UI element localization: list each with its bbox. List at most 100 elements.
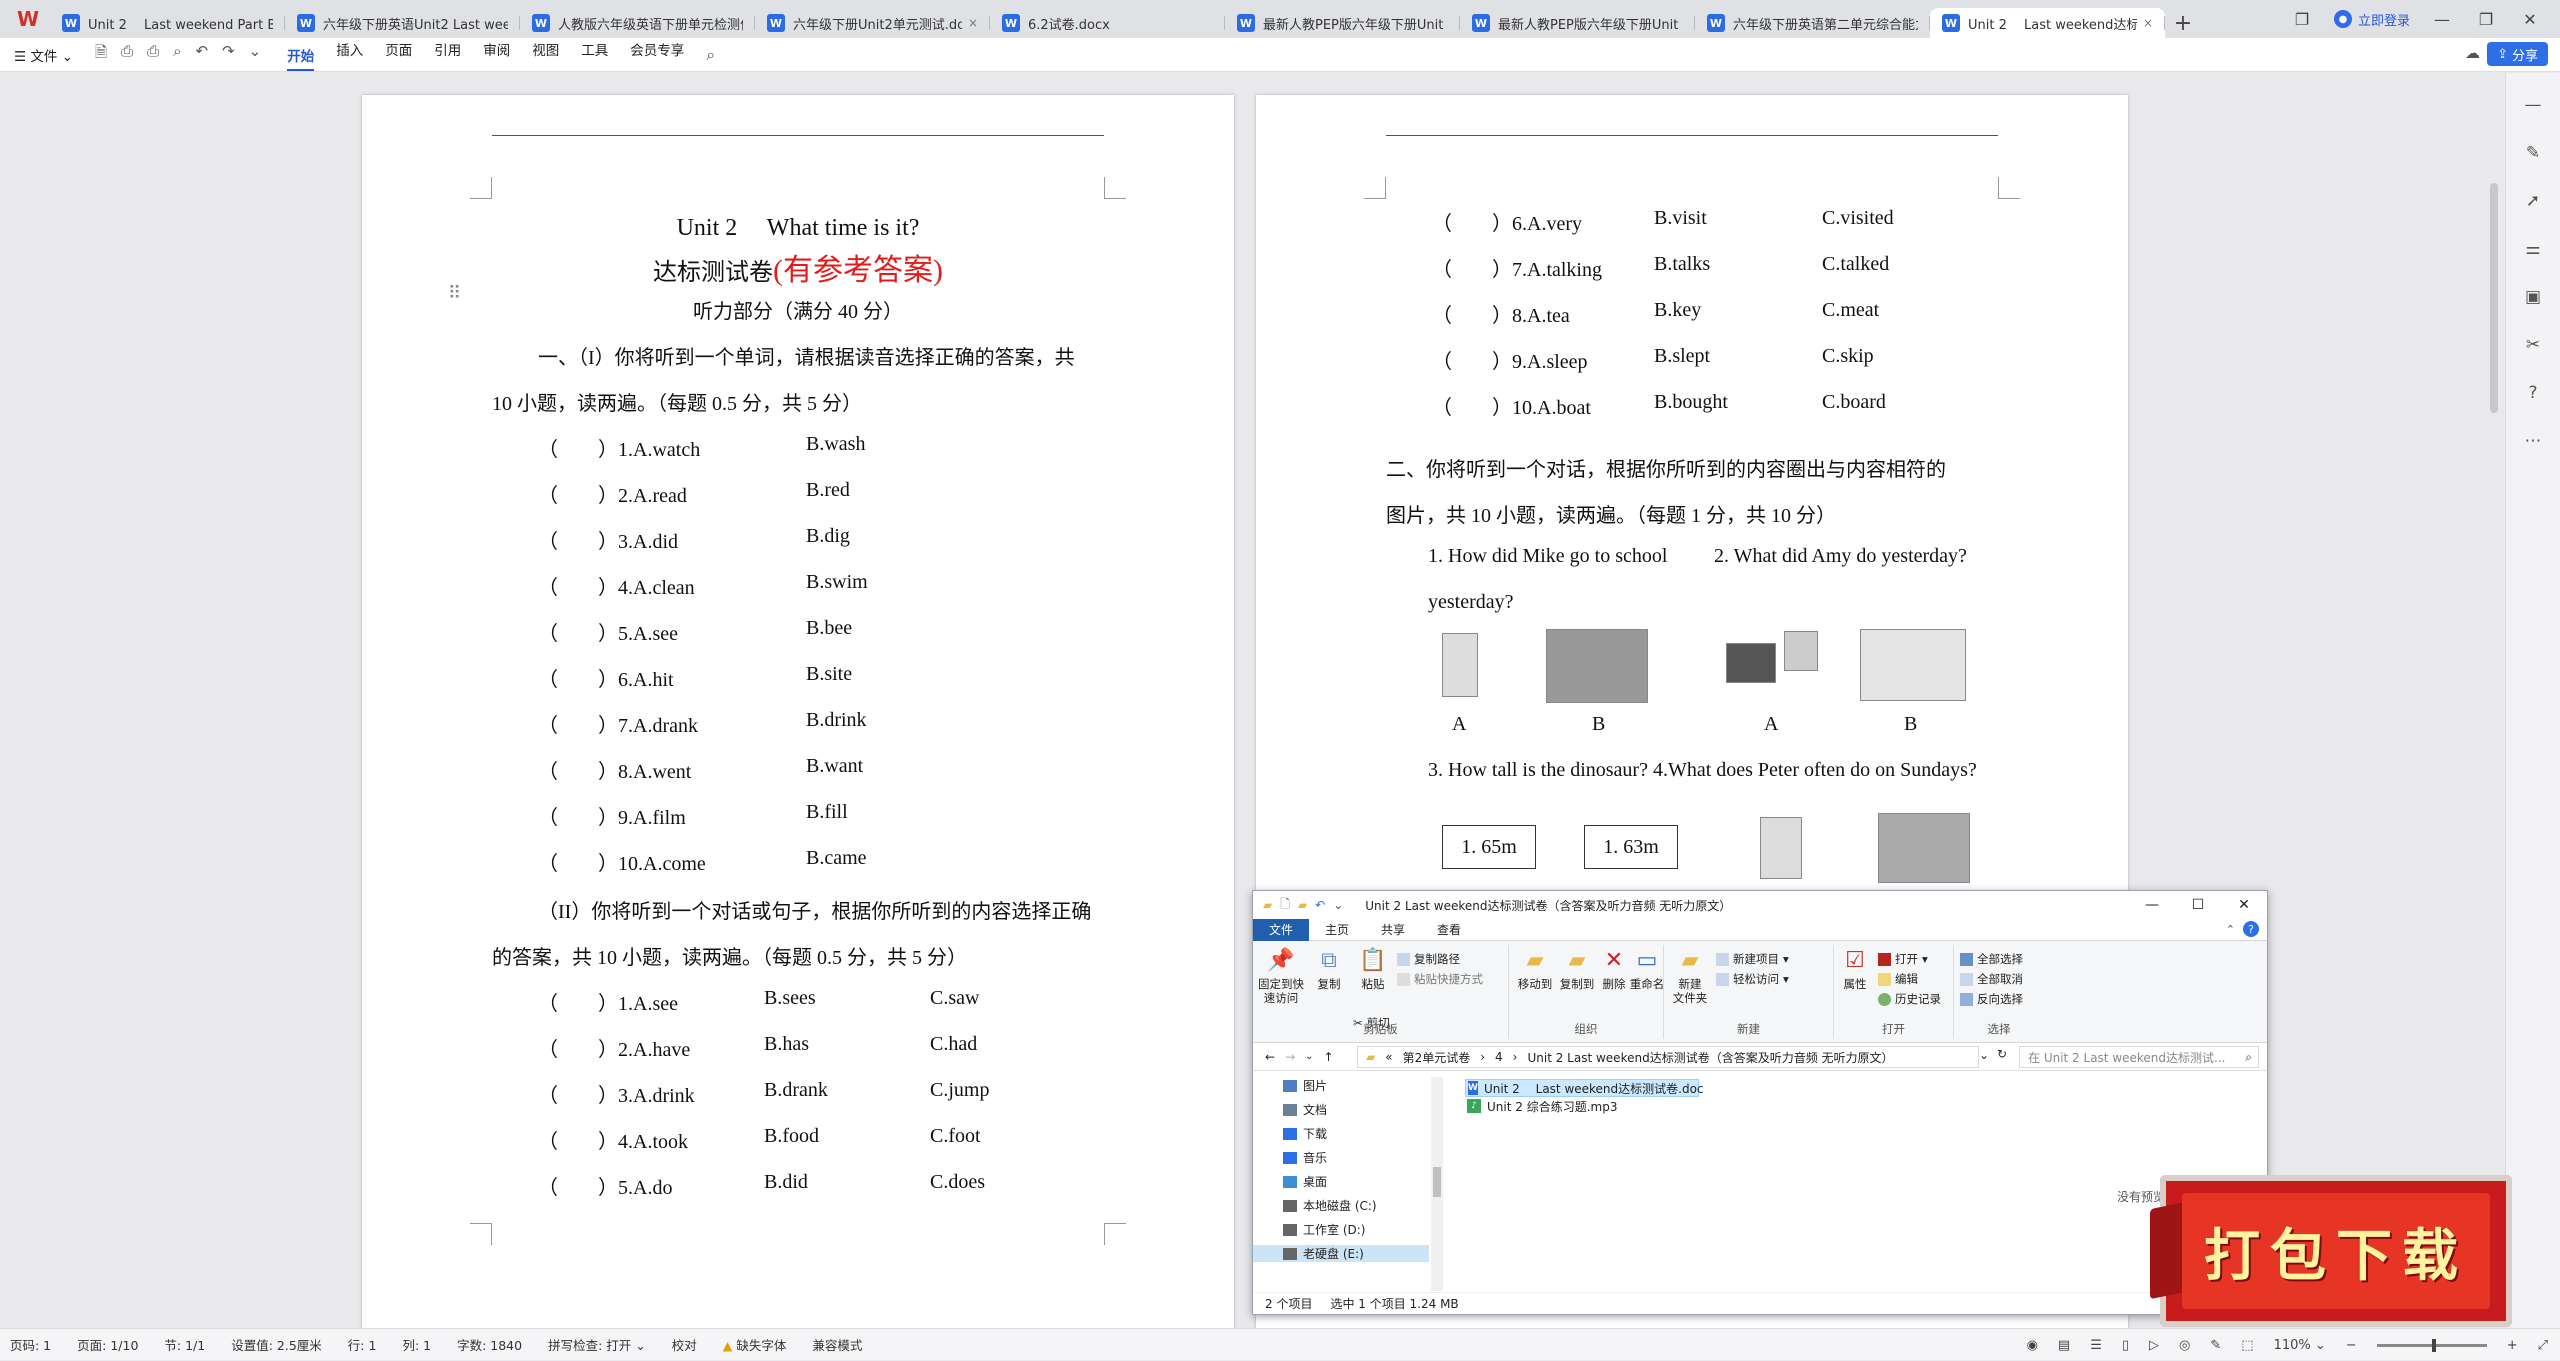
move-to-button[interactable]: ▰ 移动到 — [1515, 947, 1555, 992]
tab-document[interactable]: W Unit 2 Last weekend Part B 主题 — [50, 8, 285, 38]
play-icon[interactable]: ▷ — [2149, 1338, 2159, 1353]
address-dropdown-icon[interactable]: ⌄ — [1979, 1048, 1989, 1062]
tab-document[interactable]: W 六年级下册Unit2单元测试.doc × — [755, 8, 990, 38]
tab-close-icon[interactable]: × — [968, 16, 978, 30]
zoom-level[interactable]: 110% ⌄ — [2274, 1338, 2326, 1353]
save-icon[interactable]: 🗎 — [95, 42, 107, 67]
menu-tab[interactable]: 插入 — [336, 39, 363, 71]
minimize-button[interactable]: — — [2430, 10, 2454, 29]
customize-chevron-icon[interactable]: ⌄ — [1333, 898, 1343, 912]
file-explorer-window[interactable]: ▰ 🗋 ▰ ↶ ⌄ Unit 2 Last weekend达标测试卷（含答案及听… — [1252, 890, 2268, 1315]
properties-button[interactable]: ☑ 属性 — [1838, 947, 1872, 992]
tab-document[interactable]: W 六年级下册英语第二单元综合能力提 — [1695, 8, 1930, 38]
share-button[interactable]: ⇪ 分享 — [2487, 42, 2548, 66]
properties-small-icon[interactable]: 🗋 — [1280, 895, 1290, 916]
tab-home[interactable]: 主页 — [1309, 919, 1365, 941]
breadcrumb-item[interactable]: 第2单元试卷 — [1403, 1049, 1471, 1066]
fullscreen-icon[interactable]: ⤢ — [2538, 1338, 2548, 1353]
help-icon[interactable]: ? — [2243, 921, 2259, 937]
tab-file[interactable]: 文件 — [1253, 918, 1310, 941]
nav-item[interactable]: 工作室 (D:) — [1283, 1221, 1365, 1238]
web-view-icon[interactable]: ◎ — [2179, 1338, 2190, 1353]
new-item-button[interactable]: 新建项目 ▾ — [1716, 951, 1789, 967]
document-scrollbar[interactable] — [2490, 183, 2498, 413]
more-icon[interactable]: ⋯ — [2525, 431, 2542, 451]
menu-tab[interactable]: 工具 — [581, 39, 608, 71]
nav-item[interactable]: 图片 — [1283, 1077, 1327, 1094]
zoom-out-icon[interactable]: − — [2346, 1338, 2357, 1353]
status-page[interactable]: 页码: 1 — [10, 1335, 51, 1354]
status-pages[interactable]: 页面: 1/10 — [77, 1335, 138, 1354]
undo-icon[interactable]: ↶ — [1315, 898, 1325, 912]
menu-tab[interactable]: 视图 — [532, 39, 559, 71]
status-missing-font[interactable]: ▲ 缺失字体 — [723, 1335, 787, 1354]
tab-document[interactable]: W 最新人教PEP版六年级下册Unit 2 单 — [1460, 8, 1695, 38]
tab-close-icon[interactable]: × — [2143, 16, 2153, 30]
page-left[interactable]: Unit 2 What time is it? 达标测试卷(有参考答案) 听力部… — [362, 95, 1234, 1328]
export-pdf-icon[interactable]: ⎙ — [121, 42, 133, 67]
nav-scroll-thumb[interactable] — [1433, 1167, 1441, 1197]
file-item-doc[interactable]: W Unit 2 Last weekend达标测试卷.doc — [1465, 1079, 1704, 1097]
new-tab-button[interactable]: + — [2165, 8, 2201, 38]
file-item-mp3[interactable]: ♪ Unit 2 综合练习题.mp3 — [1465, 1097, 1925, 1115]
menu-tab[interactable]: 开始 — [287, 45, 315, 71]
paste-button[interactable]: 📋 粘贴 — [1353, 947, 1393, 992]
nav-item[interactable]: 老硬盘 (E:) — [1253, 1245, 1429, 1262]
undo-icon[interactable]: ↶ — [196, 42, 209, 67]
explorer-close-button[interactable]: ✕ — [2221, 891, 2267, 919]
breadcrumb-item[interactable]: Unit 2 Last weekend达标测试卷（含答案及听力音频 无听力原文） — [1527, 1049, 1893, 1066]
search-input[interactable]: 在 Unit 2 Last weekend达标测试... ⌕ — [2019, 1046, 2259, 1068]
zoom-slider[interactable] — [2376, 1338, 2487, 1352]
open-button[interactable]: 打开 ▾ — [1878, 951, 1928, 967]
status-proofread[interactable]: 校对 — [672, 1335, 697, 1354]
login-button[interactable]: ● 立即登录 — [2333, 10, 2410, 29]
search-icon[interactable]: ⌕ — [706, 45, 715, 65]
close-window-button[interactable]: ✕ — [2518, 10, 2542, 29]
zoom-slider-thumb[interactable] — [2431, 1338, 2436, 1352]
drag-handle-icon[interactable]: ⠿ — [448, 283, 461, 304]
copy-path-button[interactable]: 复制路径 — [1397, 951, 1460, 967]
tab-overview-icon[interactable]: ❐ — [2290, 10, 2314, 29]
nav-item[interactable]: 下载 — [1283, 1125, 1327, 1142]
wps-logo-icon[interactable]: W — [6, 0, 50, 38]
status-section[interactable]: 节: 1/1 — [164, 1335, 205, 1354]
up-arrow-icon[interactable]: ↑ — [1324, 1050, 1334, 1064]
tab-document[interactable]: W 最新人教PEP版六年级下册Unit 2 单 — [1225, 8, 1460, 38]
new-folder-small-icon[interactable]: ▰ — [1298, 898, 1307, 912]
adjust-icon[interactable]: ⚌ — [2525, 239, 2540, 259]
forward-arrow-icon[interactable]: → — [1285, 1050, 1295, 1064]
nav-item[interactable]: 桌面 — [1283, 1173, 1327, 1190]
collapse-icon[interactable]: — — [2525, 95, 2542, 115]
breadcrumb-overflow-icon[interactable]: « — [1385, 1050, 1392, 1064]
menu-file[interactable]: ☰ 文件 ⌄ — [14, 45, 73, 65]
nav-item[interactable]: 文档 — [1283, 1101, 1327, 1118]
outline-view-icon[interactable]: ☰ — [2090, 1338, 2102, 1353]
status-wordcount[interactable]: 字数: 1840 — [457, 1335, 522, 1354]
reading-view-icon[interactable]: ▯ — [2122, 1338, 2129, 1353]
rename-button[interactable]: ▭ 重命名 — [1629, 947, 1665, 992]
select-cursor-icon[interactable]: ➚ — [2526, 191, 2540, 211]
history-button[interactable]: 历史记录 — [1878, 991, 1941, 1007]
print-icon[interactable]: ⎙ — [147, 42, 159, 67]
tab-document[interactable]: W 人教版六年级英语下册单元检测作业 — [520, 8, 755, 38]
copy-to-button[interactable]: ▰ 复制到 — [1557, 947, 1597, 992]
cloud-sync-icon[interactable]: ☁ — [2465, 44, 2480, 62]
copy-button[interactable]: ⧉ 复制 — [1309, 947, 1349, 992]
page-view-icon[interactable]: ▤ — [2058, 1338, 2070, 1353]
status-col[interactable]: 列: 1 — [402, 1335, 431, 1354]
menu-tab[interactable]: 页面 — [385, 39, 412, 71]
explorer-minimize-button[interactable]: — — [2129, 891, 2175, 919]
pen-icon[interactable]: ✎ — [2210, 1338, 2221, 1353]
pin-quick-access-button[interactable]: 📌 固定到快 速访问 — [1258, 947, 1304, 1006]
edit-pen-icon[interactable]: ✎ — [2526, 143, 2540, 163]
delete-button[interactable]: ✕ 删除 — [1599, 947, 1629, 992]
paste-shortcut-button[interactable]: 粘贴快捷方式 — [1397, 971, 1483, 987]
recent-chevron-icon[interactable]: ⌄ — [1305, 1051, 1313, 1062]
tab-document[interactable]: W 六年级下册英语Unit2 Last weekend — [285, 8, 520, 38]
menu-tab[interactable]: 引用 — [434, 39, 461, 71]
explorer-maximize-button[interactable]: ☐ — [2175, 891, 2221, 919]
eye-protection-icon[interactable]: ◉ — [2027, 1338, 2038, 1353]
zoom-in-icon[interactable]: + — [2507, 1338, 2518, 1353]
edit-button[interactable]: 编辑 — [1878, 971, 1918, 987]
easy-access-button[interactable]: 轻松访问 ▾ — [1716, 971, 1789, 987]
